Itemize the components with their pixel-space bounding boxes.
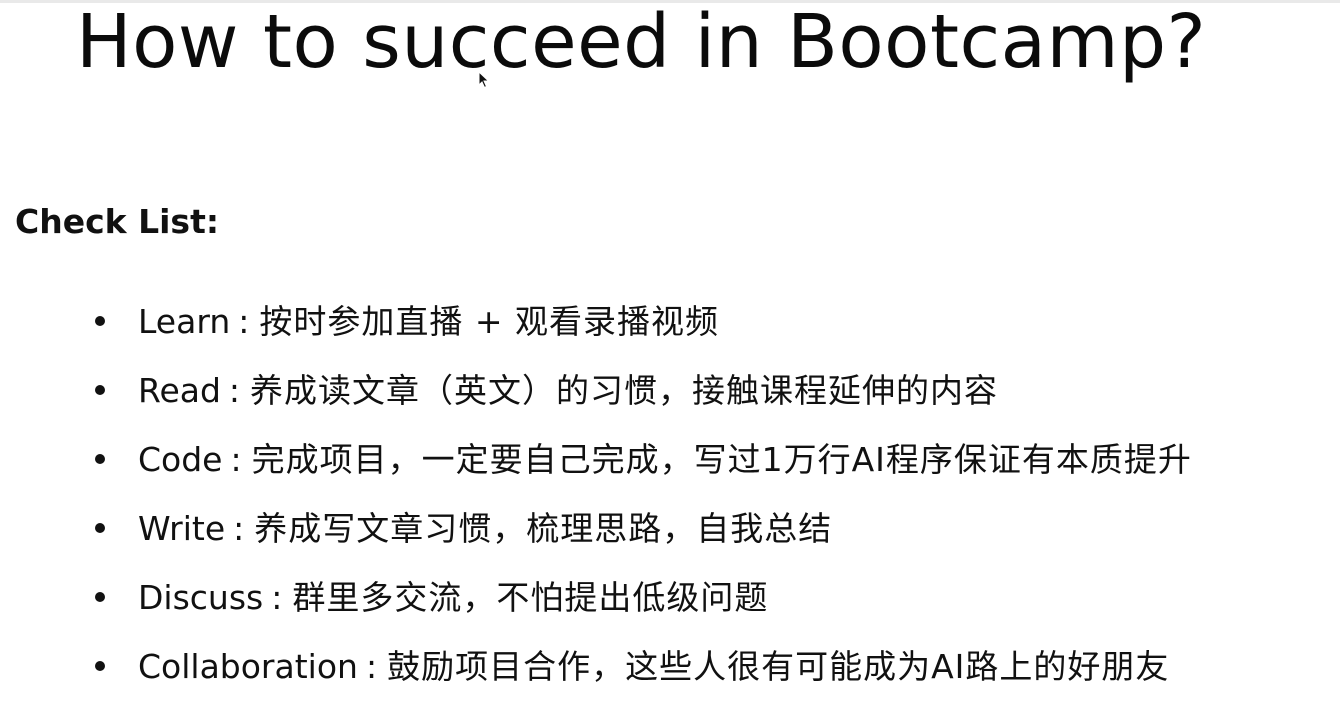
item-keyword: Write bbox=[138, 508, 226, 548]
item-colon: : bbox=[228, 370, 241, 410]
checklist-item-write: Write : 养成写文章习惯，梳理思路，自我总结 bbox=[95, 506, 832, 550]
checklist-item-code: Code : 完成项目，一定要自己完成，写过1万行AI程序保证有本质提升 bbox=[95, 437, 1192, 481]
bullet-dot-icon bbox=[95, 523, 105, 533]
item-colon: : bbox=[230, 439, 242, 479]
item-colon: : bbox=[238, 301, 250, 341]
item-colon: : bbox=[365, 646, 378, 686]
item-keyword: Code bbox=[138, 439, 223, 479]
bullet-dot-icon bbox=[95, 661, 105, 671]
item-description: 养成读文章（英文）的习惯，接触课程延伸的内容 bbox=[250, 370, 999, 410]
item-colon: : bbox=[233, 508, 245, 548]
checklist: Learn : 按时参加直播 + 观看录播视频 Read : 养成读文章（英文）… bbox=[0, 0, 1340, 703]
item-description: 按时参加直播 + 观看录播视频 bbox=[259, 301, 719, 341]
bullet-dot-icon bbox=[95, 316, 105, 326]
bullet-dot-icon bbox=[95, 454, 105, 464]
checklist-item-learn: Learn : 按时参加直播 + 观看录播视频 bbox=[95, 299, 719, 343]
item-description: 完成项目，一定要自己完成，写过1万行AI程序保证有本质提升 bbox=[251, 439, 1192, 479]
item-colon: : bbox=[271, 577, 283, 617]
item-description: 养成写文章习惯，梳理思路，自我总结 bbox=[254, 508, 833, 548]
item-keyword: Learn bbox=[138, 301, 231, 341]
checklist-item-read: Read : 养成读文章（英文）的习惯，接触课程延伸的内容 bbox=[95, 368, 998, 412]
item-description: 群里多交流，不怕提出低级问题 bbox=[292, 577, 769, 617]
bullet-dot-icon bbox=[95, 385, 105, 395]
checklist-item-collaboration: Collaboration : 鼓励项目合作，这些人很有可能成为AI路上的好朋友 bbox=[95, 644, 1169, 688]
item-description: 鼓励项目合作，这些人很有可能成为AI路上的好朋友 bbox=[387, 646, 1170, 686]
item-keyword: Read bbox=[138, 370, 221, 410]
item-keyword: Discuss bbox=[138, 577, 264, 617]
item-keyword: Collaboration bbox=[138, 646, 358, 686]
bullet-dot-icon bbox=[95, 592, 105, 602]
checklist-item-discuss: Discuss : 群里多交流，不怕提出低级问题 bbox=[95, 575, 768, 619]
presentation-slide: How to succeed in Bootcamp? Check List: … bbox=[0, 0, 1340, 703]
